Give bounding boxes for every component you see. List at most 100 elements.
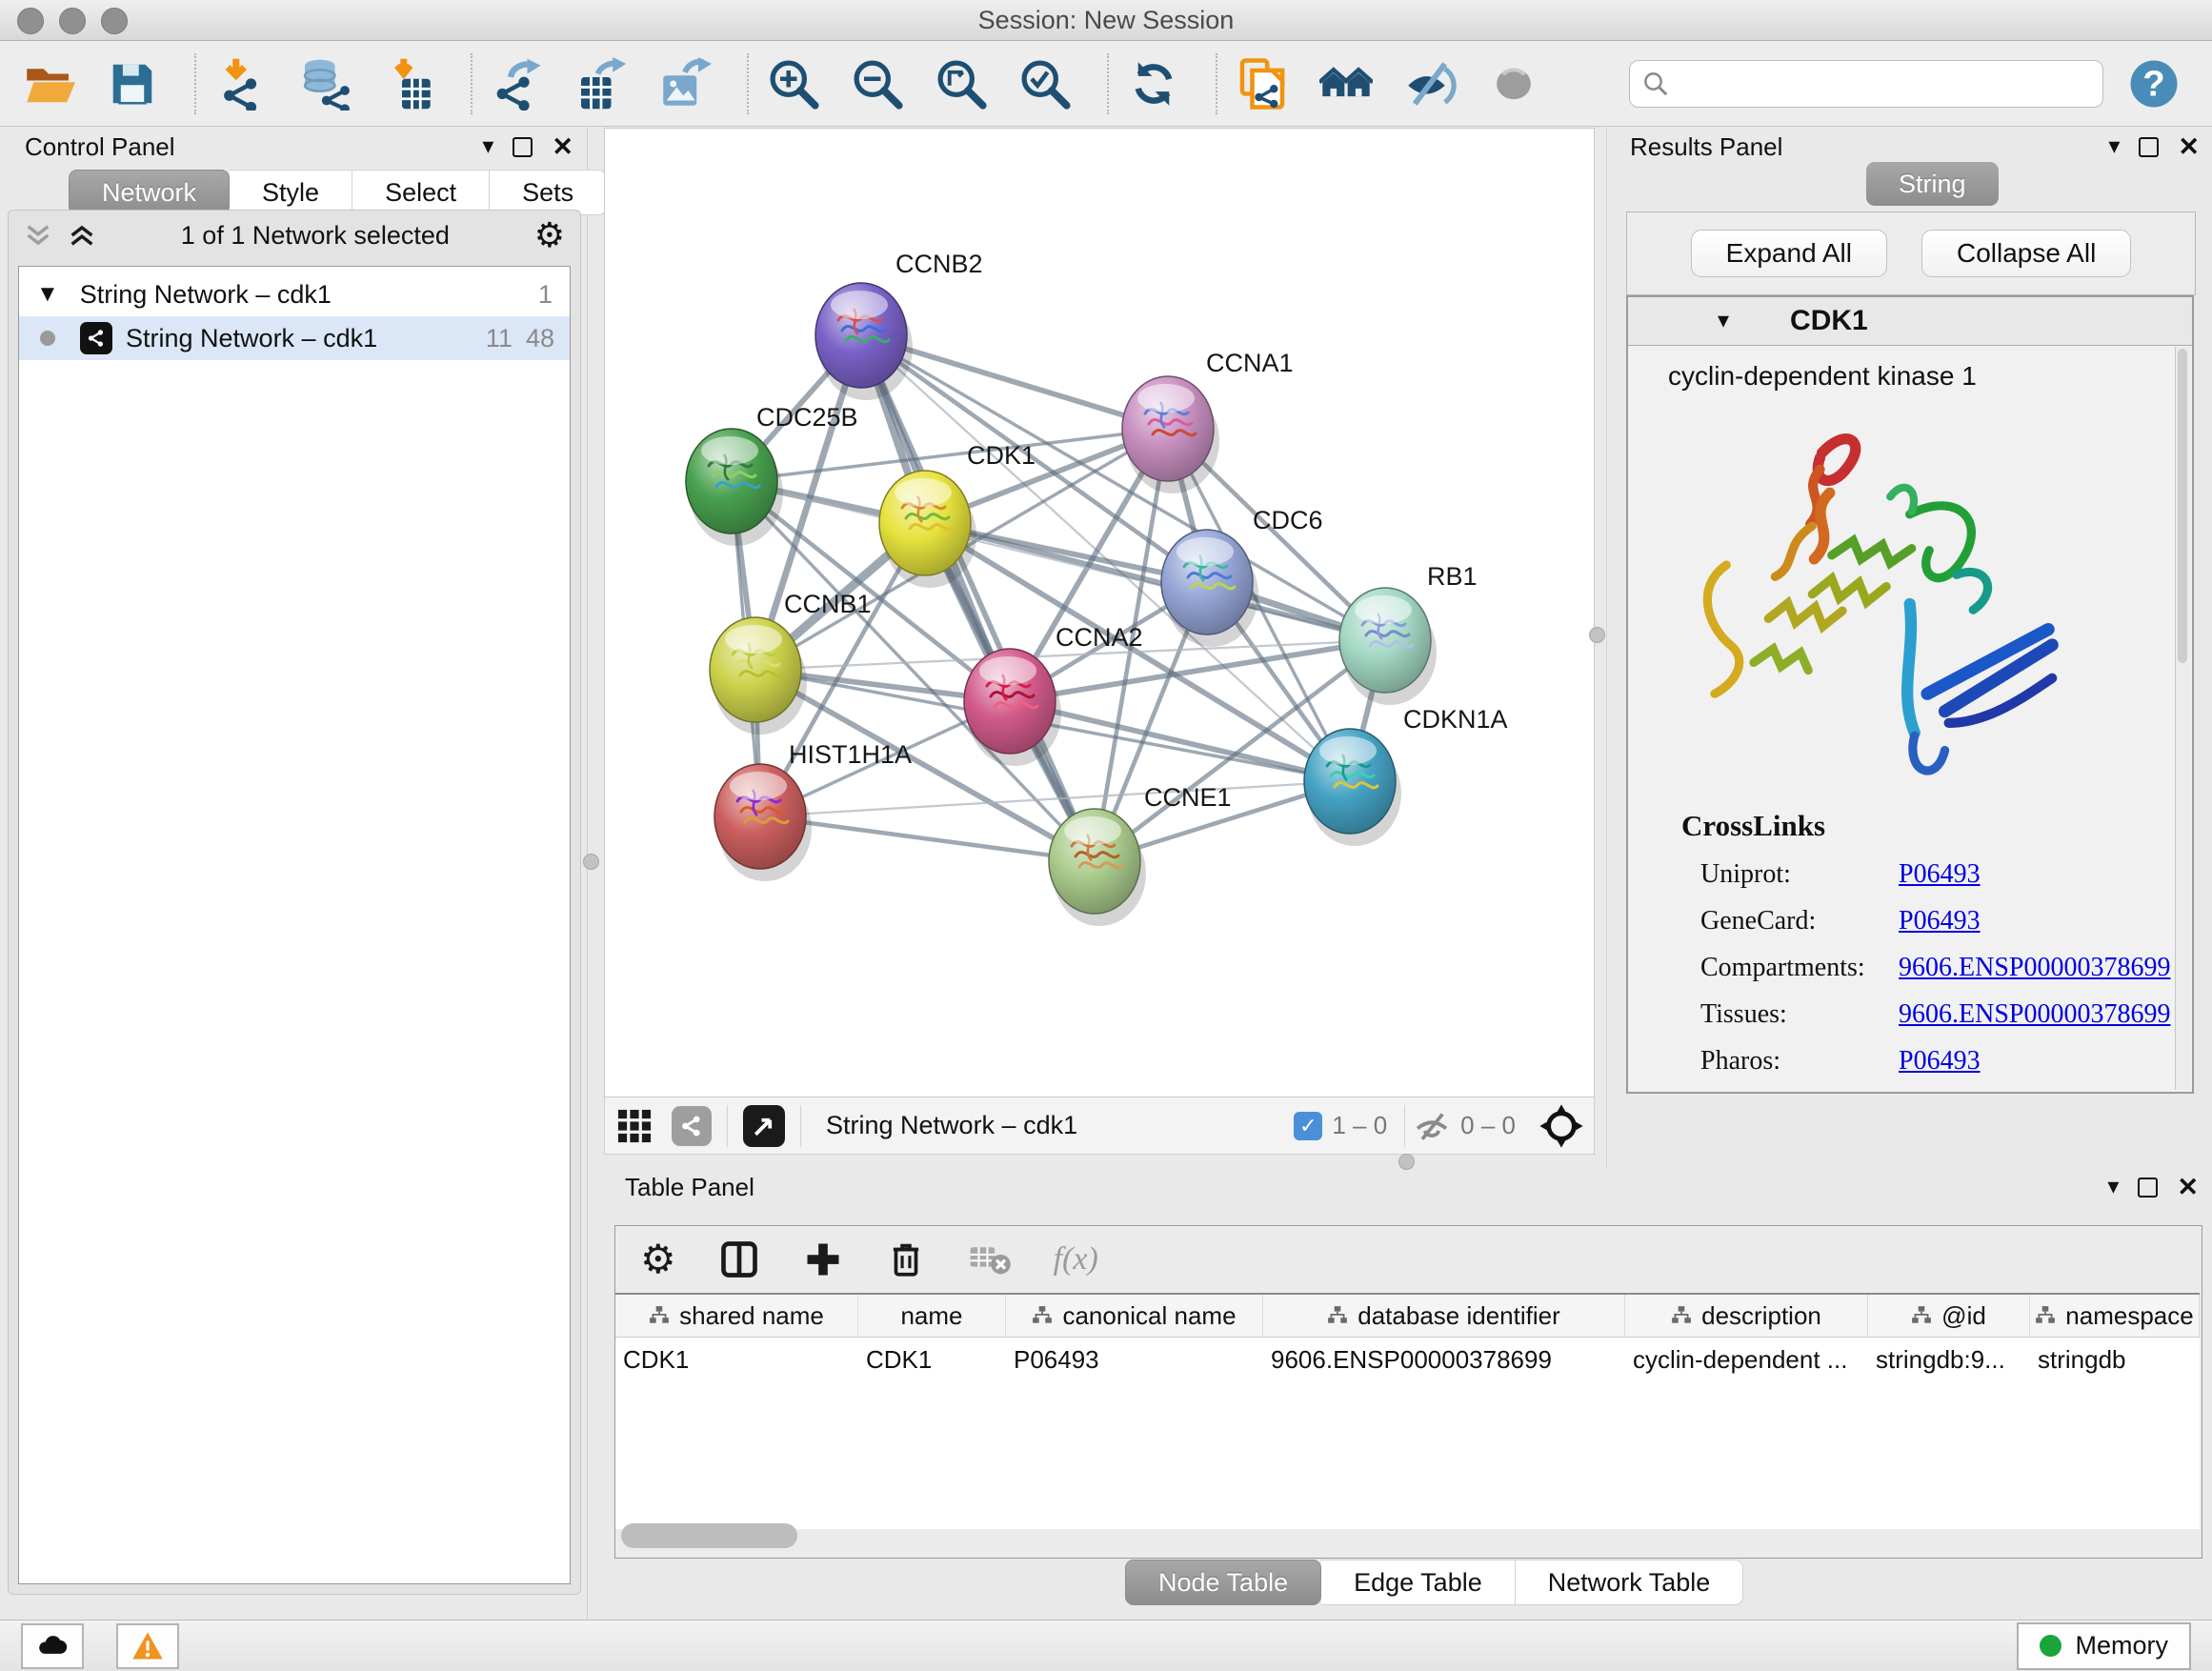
string-protein-query-icon[interactable]: [1235, 55, 1290, 112]
column-header-name[interactable]: name: [858, 1295, 1006, 1337]
export-network-icon[interactable]: [490, 55, 545, 112]
collapse-all-chevron-icon[interactable]: [24, 223, 52, 248]
network-node-CDC6[interactable]: CDC6: [1161, 506, 1323, 647]
control-panel-menu-icon[interactable]: ▾: [482, 135, 493, 158]
column-header-@id[interactable]: @id: [1868, 1295, 2030, 1337]
gene-collapse-icon[interactable]: ▾: [1718, 310, 1729, 332]
zoom-selected-icon[interactable]: [1017, 55, 1073, 112]
node-label-CCNA1: CCNA1: [1206, 349, 1294, 377]
delete-table-icon[interactable]: [968, 1242, 1012, 1277]
add-column-icon[interactable]: [802, 1238, 844, 1280]
network-collection-row[interactable]: ▼ String Network – cdk1 1: [19, 272, 570, 316]
status-bar: Memory: [0, 1620, 2212, 1671]
table-settings-gear-icon[interactable]: ⚙: [640, 1239, 676, 1279]
results-panel-float-icon[interactable]: [2139, 137, 2159, 157]
results-scrollbar[interactable]: [2175, 347, 2190, 1090]
crosslink-link[interactable]: 9606.ENSP00000378699: [1899, 953, 2170, 983]
import-network-file-icon[interactable]: [213, 55, 269, 112]
tab-sets[interactable]: Sets: [490, 170, 607, 215]
table-panel: Table Panel ▾ ✕ ⚙ f(x) shared namenameca…: [587, 1168, 2212, 1620]
import-table-file-icon[interactable]: [381, 55, 436, 112]
crosslink-label: Tissues:: [1700, 999, 1899, 1030]
birdseye-view-icon[interactable]: [743, 1105, 785, 1147]
tab-network[interactable]: Network: [69, 170, 230, 215]
zoom-in-icon[interactable]: [766, 55, 821, 112]
search-field[interactable]: [1629, 60, 2103, 108]
selected-checkbox-icon[interactable]: ✓: [1294, 1112, 1322, 1140]
network-node-CDC25B[interactable]: CDC25B: [686, 403, 858, 546]
expand-all-button[interactable]: Expand All: [1691, 230, 1887, 277]
crosslink-row: Pharos:P06493: [1628, 1046, 2192, 1077]
save-session-icon[interactable]: [105, 55, 160, 112]
network-options-gear-icon[interactable]: ⚙: [534, 218, 565, 252]
zoom-out-icon[interactable]: [850, 55, 905, 112]
crosslink-row: Compartments:9606.ENSP00000378699: [1628, 953, 2192, 983]
table-panel-float-icon[interactable]: [2138, 1178, 2158, 1198]
crosslink-link[interactable]: P06493: [1899, 1046, 1981, 1077]
share-view-icon[interactable]: [672, 1106, 712, 1146]
open-session-icon[interactable]: [21, 55, 76, 112]
network-selection-status: 1 of 1 Network selected: [96, 221, 534, 251]
apply-function-icon[interactable]: f(x): [1054, 1241, 1098, 1278]
network-node-CCNA1[interactable]: CCNA1: [1122, 349, 1294, 493]
control-panel-float-icon[interactable]: [513, 137, 533, 157]
tab-select[interactable]: Select: [352, 170, 490, 215]
delete-column-icon[interactable]: [886, 1239, 926, 1279]
column-manager-icon[interactable]: [718, 1238, 760, 1280]
tab-style[interactable]: Style: [230, 170, 352, 215]
node-label-RB1: RB1: [1427, 562, 1478, 591]
column-header-canonical-name[interactable]: canonical name: [1006, 1295, 1263, 1337]
show-panel-eye-icon[interactable]: [1486, 55, 1541, 112]
center-crosshair-icon[interactable]: [1538, 1103, 1584, 1149]
import-network-database-icon[interactable]: [297, 55, 352, 112]
network-node-CDKN1A[interactable]: CDKN1A: [1304, 705, 1508, 846]
expand-all-chevron-icon[interactable]: [68, 223, 96, 248]
column-header-namespace[interactable]: namespace: [2030, 1295, 2200, 1337]
table-panel-menu-icon[interactable]: ▾: [2107, 1176, 2119, 1198]
control-panel-close-icon[interactable]: ✕: [552, 134, 573, 160]
export-table-icon[interactable]: [573, 55, 629, 112]
network-row[interactable]: String Network – cdk1 11 48: [19, 316, 570, 360]
results-panel-close-icon[interactable]: ✕: [2178, 134, 2200, 160]
grid-view-icon[interactable]: [614, 1106, 654, 1146]
tab-network-table[interactable]: Network Table: [1516, 1560, 1744, 1605]
tab-string[interactable]: String: [1866, 162, 1999, 206]
table-row[interactable]: CDK1CDK1P064939606.ENSP00000378699cyclin…: [615, 1338, 2200, 1379]
column-header-description[interactable]: description: [1625, 1295, 1868, 1337]
gene-header[interactable]: ▾ CDK1: [1628, 297, 2192, 346]
control-panel-title: Control Panel: [25, 132, 175, 162]
home-icon[interactable]: [1318, 55, 1374, 112]
network-node-RB1[interactable]: RB1: [1339, 562, 1478, 705]
cloud-status-button[interactable]: [21, 1623, 84, 1669]
search-input[interactable]: [1670, 68, 2074, 99]
help-icon[interactable]: ?: [2126, 56, 2182, 111]
network-node-HIST1H1A[interactable]: HIST1H1A: [714, 740, 912, 881]
hidden-eye-icon[interactable]: [1413, 1107, 1451, 1145]
hide-panel-eye-icon[interactable]: [1402, 55, 1458, 112]
collapse-all-button[interactable]: Collapse All: [1921, 230, 2131, 277]
crosslink-link[interactable]: 9606.ENSP00000378699: [1899, 999, 2170, 1030]
tab-edge-table[interactable]: Edge Table: [1321, 1560, 1516, 1605]
crosslink-link[interactable]: P06493: [1899, 859, 1981, 890]
memory-button[interactable]: Memory: [2017, 1622, 2191, 1670]
left-splitter-handle[interactable]: [583, 854, 599, 870]
collection-expand-icon[interactable]: ▼: [36, 283, 59, 306]
results-panel-menu-icon[interactable]: ▾: [2108, 135, 2120, 158]
network-canvas[interactable]: CCNB2CCNA1CDC25BCDK1CDC6RB1CCNB1CCNA2CDK…: [604, 128, 1595, 1097]
crosslink-link[interactable]: P06493: [1899, 906, 1981, 936]
network-node-CCNB2[interactable]: CCNB2: [815, 250, 983, 400]
warning-status-button[interactable]: [116, 1623, 179, 1669]
node-table-container: ⚙ f(x) shared namenamecanonical namedata…: [614, 1225, 2202, 1559]
tab-node-table[interactable]: Node Table: [1125, 1560, 1321, 1605]
right-splitter-handle[interactable]: [1589, 627, 1605, 643]
table-panel-close-icon[interactable]: ✕: [2177, 1175, 2199, 1200]
table-horizontal-scrollbar[interactable]: [621, 1523, 797, 1548]
node-label-CCNA2: CCNA2: [1056, 623, 1143, 652]
network-node-CCNE1[interactable]: CCNE1: [1049, 783, 1232, 926]
column-header-shared-name[interactable]: shared name: [615, 1295, 858, 1337]
svg-text:?: ?: [2142, 64, 2164, 104]
zoom-fit-icon[interactable]: [934, 55, 989, 112]
column-header-database-identifier[interactable]: database identifier: [1263, 1295, 1625, 1337]
refresh-icon[interactable]: [1126, 55, 1181, 112]
export-image-icon[interactable]: [657, 55, 713, 112]
